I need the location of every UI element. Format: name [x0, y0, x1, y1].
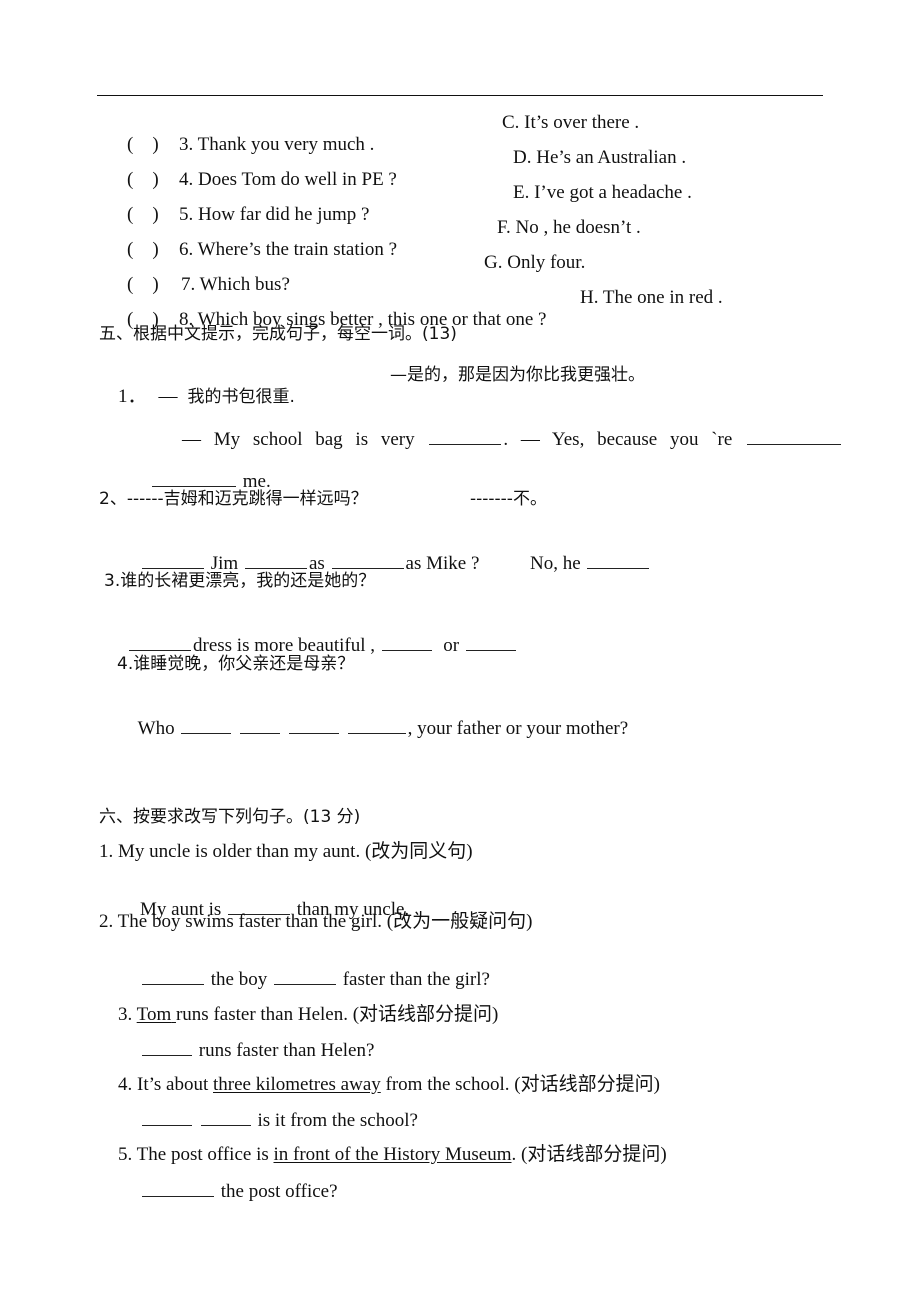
word: , your father or your mother? [407, 718, 629, 739]
q1-prompt: 1. My uncle is older than my aunt. (改为同义… [99, 841, 473, 862]
word: the post office? [220, 1181, 338, 1202]
blank-input[interactable] [240, 717, 281, 734]
section-title: 五、根据中文提示，完成句子，每空一词。(13) [99, 324, 457, 344]
word: Who [137, 718, 175, 739]
q5-rest: . (对话线部分提问) [511, 1144, 667, 1165]
q2-cn-reply: -------不。 [470, 489, 547, 509]
q2-prompt: 2. The boy swims faster than the girl. (… [99, 911, 533, 932]
q1-number: 1． [118, 386, 147, 407]
answer-option: G. Only four. [484, 252, 586, 273]
blank-input[interactable] [181, 717, 232, 734]
answer-option: F. No , he doesn’t . [497, 217, 641, 238]
answer-option: E. I’ve got a headache . [513, 182, 692, 203]
blank-input[interactable] [347, 717, 406, 734]
blank-input[interactable] [142, 552, 204, 569]
blank-input[interactable] [381, 634, 432, 651]
word: as Mike ? [405, 553, 480, 574]
blank-input[interactable] [465, 634, 516, 651]
q3-chinese: 3.谁的长裙更漂亮，我的还是她的？ [104, 571, 376, 591]
blank-input[interactable] [429, 428, 502, 445]
blank-input[interactable] [747, 428, 842, 445]
blank-input[interactable] [152, 470, 236, 487]
blank-input[interactable] [331, 552, 404, 569]
word: No, he [530, 553, 581, 574]
blank-input[interactable] [129, 634, 191, 651]
q2-reply: No, he [511, 530, 651, 597]
q4-chinese: 4.谁睡觉晚，你父亲还是母亲？ [117, 654, 355, 674]
word: or [443, 635, 460, 656]
section-title: 六、按要求改写下列句子。(13 分) [99, 807, 361, 827]
answer-option: D. He’s an Australian . [513, 147, 687, 168]
answer-option: C. It’s over there . [502, 112, 640, 133]
blank-input[interactable] [587, 552, 650, 569]
q4-english: Who , your father or your mother? [119, 695, 628, 762]
header-rule [97, 95, 823, 96]
answer-option: H. The one in red . [580, 287, 723, 308]
blank-input[interactable] [142, 1180, 214, 1197]
blank-input[interactable] [288, 717, 339, 734]
q1-en-mid: . — Yes, because you `re [503, 429, 733, 450]
blank-input[interactable] [244, 552, 307, 569]
q1-en-a: — My school bag is very [182, 429, 415, 450]
q4-rest: from the school. (对话线部分提问) [385, 1074, 660, 1095]
q1-cn-reply: —是的，那是因为你比我更强壮。 [390, 365, 645, 385]
dash: — [158, 386, 178, 407]
q2-chinese: 2、------吉姆和迈克跳得一样远吗？ [99, 489, 368, 509]
q1-cn-prompt: 我的书包很重. [187, 387, 295, 407]
q5-answer: the post office? [121, 1158, 338, 1225]
